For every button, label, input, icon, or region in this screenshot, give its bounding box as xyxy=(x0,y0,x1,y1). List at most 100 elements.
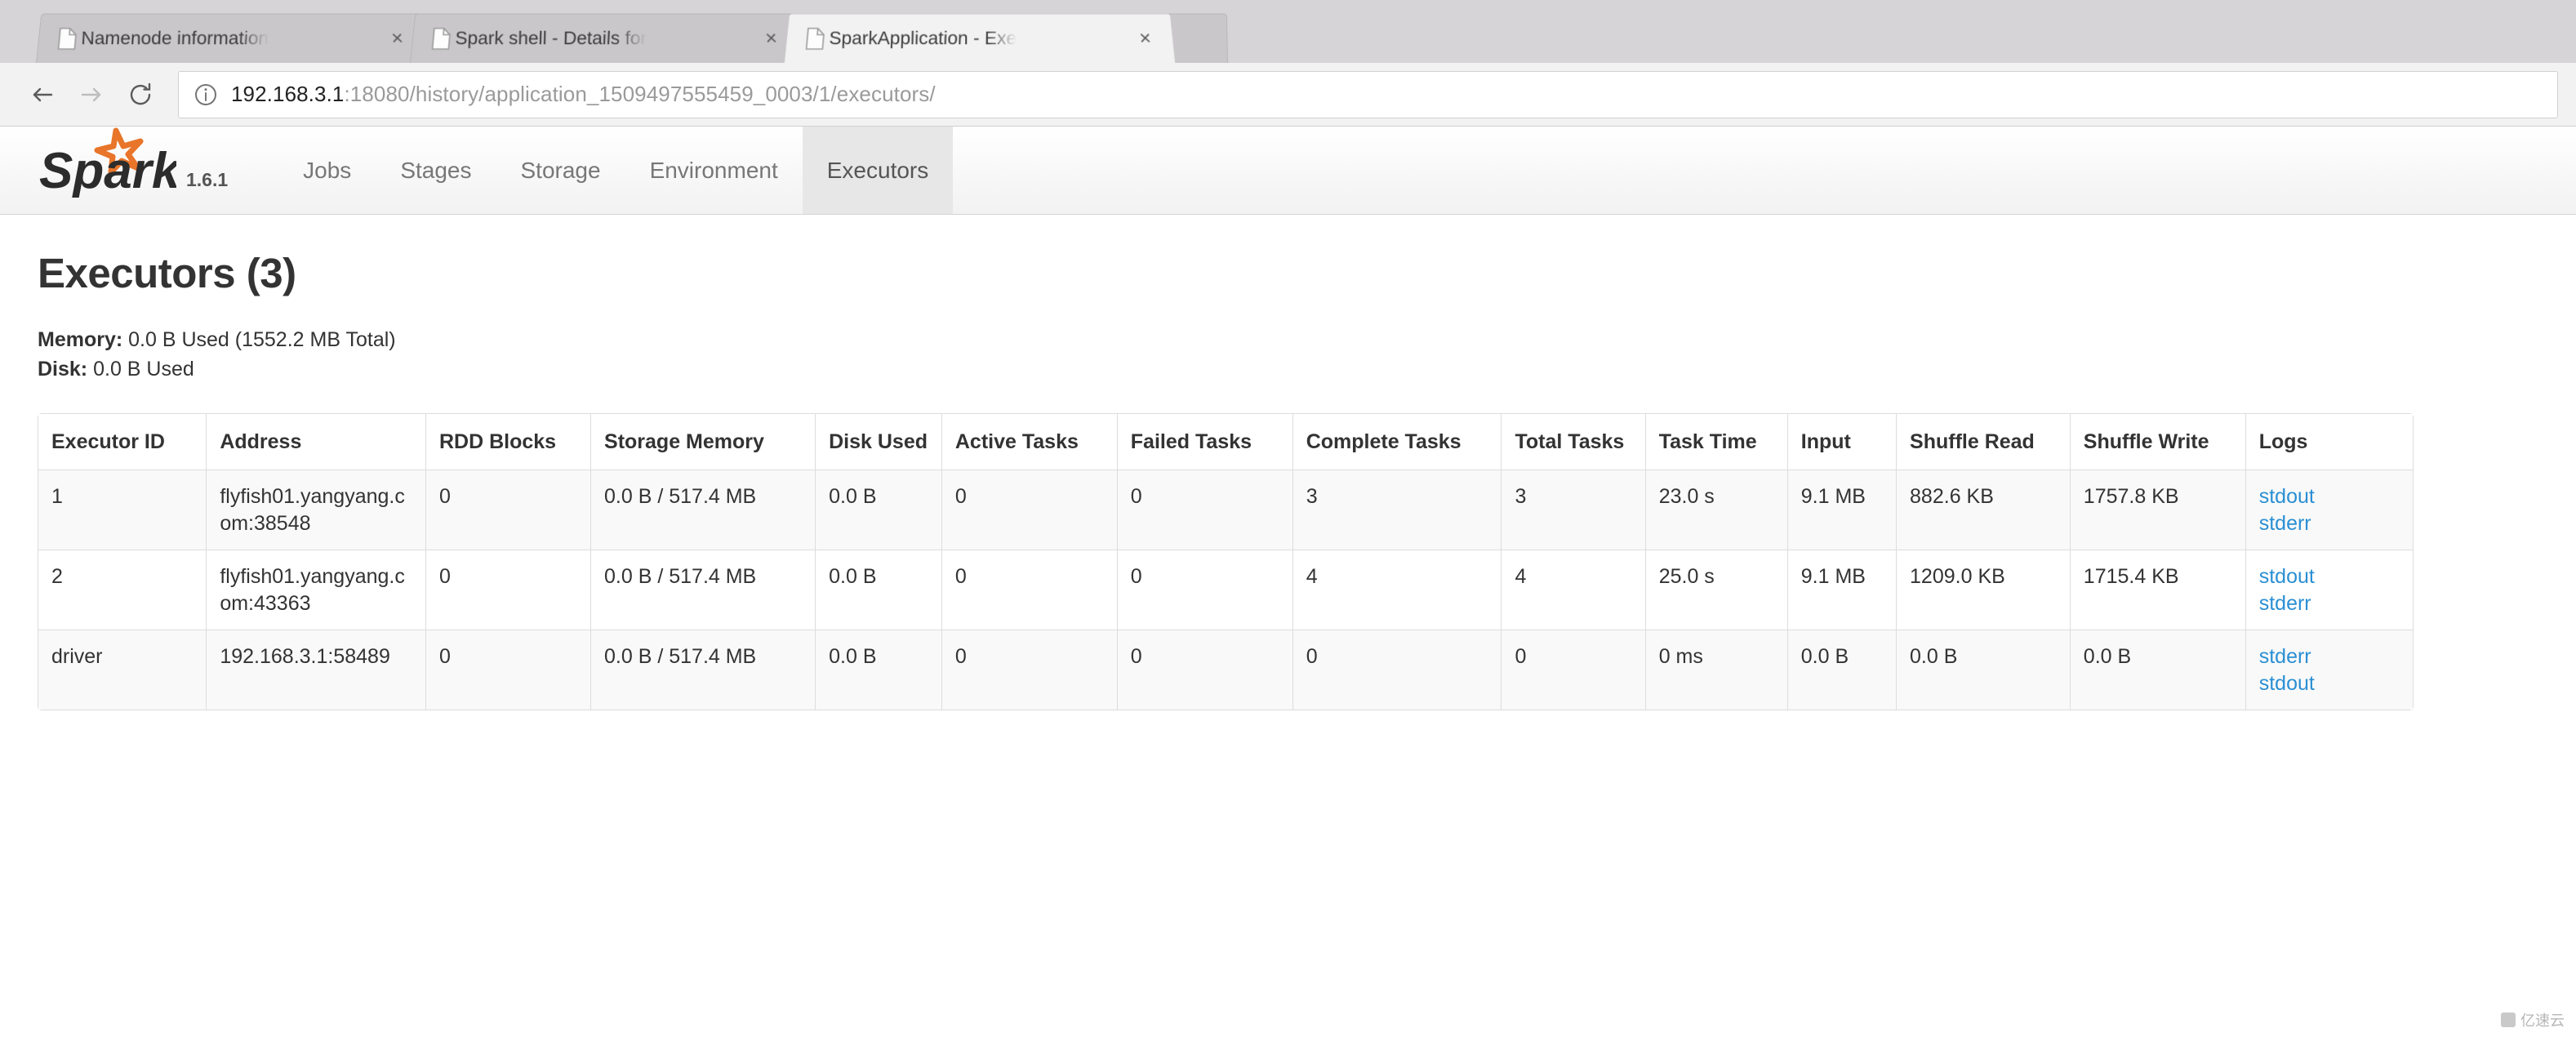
cell-disk-used: 0.0 B xyxy=(816,630,942,710)
tab-close-icon[interactable]: × xyxy=(1139,27,1153,49)
th-shuffle-write[interactable]: Shuffle Write xyxy=(2070,414,2246,470)
memory-label: Memory: xyxy=(38,328,123,351)
log-link-stdout[interactable]: stdout xyxy=(2259,563,2401,590)
browser-toolbar: 192.168.3.1:18080/history/application_15… xyxy=(0,63,2576,127)
cell-total-tasks: 4 xyxy=(1502,550,1646,630)
log-link-stderr[interactable]: stderr xyxy=(2259,510,2401,537)
spark-logo-icon: Spark xyxy=(39,127,176,198)
watermark: 亿速云 xyxy=(2501,1009,2565,1030)
cell-total-tasks: 0 xyxy=(1502,630,1646,710)
browser-tab-3-active[interactable]: SparkApplication - Exe × xyxy=(784,13,1176,63)
cell-complete-tasks: 3 xyxy=(1292,470,1502,550)
th-rdd-blocks[interactable]: RDD Blocks xyxy=(425,414,592,470)
th-shuffle-read[interactable]: Shuffle Read xyxy=(1897,414,2071,470)
address-bar-url: 192.168.3.1:18080/history/application_15… xyxy=(231,82,936,107)
browser-tab-title: Namenode information xyxy=(81,27,269,49)
cell-shuffle-read: 882.6 KB xyxy=(1897,470,2071,550)
th-task-time[interactable]: Task Time xyxy=(1645,414,1788,470)
page-icon xyxy=(58,27,78,49)
memory-summary: Memory: 0.0 B Used (1552.2 MB Total) xyxy=(38,325,2538,354)
log-link-stderr[interactable]: stderr xyxy=(2259,643,2401,670)
th-total-tasks[interactable]: Total Tasks xyxy=(1502,414,1646,470)
disk-label: Disk: xyxy=(38,358,88,381)
th-failed-tasks[interactable]: Failed Tasks xyxy=(1117,414,1293,470)
back-button[interactable] xyxy=(18,70,67,119)
watermark-badge-icon xyxy=(2501,1013,2516,1027)
log-link-stdout[interactable]: stdout xyxy=(2259,670,2401,697)
table-row: 2 flyfish01.yangyang.com:43363 0 0.0 B /… xyxy=(38,550,2413,630)
page-icon xyxy=(432,27,452,49)
nav-link-stages[interactable]: Stages xyxy=(376,127,496,214)
th-storage-memory[interactable]: Storage Memory xyxy=(591,414,816,470)
cell-shuffle-write: 1757.8 KB xyxy=(2070,470,2246,550)
cell-address: 192.168.3.1:58489 xyxy=(207,630,426,710)
cell-active-tasks: 0 xyxy=(941,630,1118,710)
forward-button[interactable] xyxy=(67,70,116,119)
nav-item-environment[interactable]: Environment xyxy=(625,127,803,214)
disk-summary: Disk: 0.0 B Used xyxy=(38,354,2538,384)
th-disk-used[interactable]: Disk Used xyxy=(816,414,942,470)
tab-strip: Namenode information × Spark shell - Det… xyxy=(0,8,2576,63)
log-link-stderr[interactable]: stderr xyxy=(2259,590,2401,617)
cell-complete-tasks: 4 xyxy=(1292,550,1502,630)
nav-item-executors[interactable]: Executors xyxy=(802,127,954,214)
cell-storage-memory: 0.0 B / 517.4 MB xyxy=(591,470,816,550)
cell-address: flyfish01.yangyang.com:43363 xyxy=(207,550,426,630)
page-icon xyxy=(806,27,825,49)
cell-address: flyfish01.yangyang.com:38548 xyxy=(207,470,426,550)
cell-shuffle-write: 1715.4 KB xyxy=(2070,550,2246,630)
cell-executor-id: 2 xyxy=(38,550,207,630)
browser-tab-1[interactable]: Namenode information × xyxy=(36,13,428,63)
nav-item-storage[interactable]: Storage xyxy=(496,127,625,214)
info-circle-icon[interactable] xyxy=(194,82,218,107)
address-bar[interactable]: 192.168.3.1:18080/history/application_15… xyxy=(178,70,2558,118)
cell-disk-used: 0.0 B xyxy=(816,470,942,550)
page-content: Executors (3) Memory: 0.0 B Used (1552.2… xyxy=(0,249,2576,710)
cell-storage-memory: 0.0 B / 517.4 MB xyxy=(591,550,816,630)
reload-button[interactable] xyxy=(116,70,165,119)
cell-failed-tasks: 0 xyxy=(1117,630,1293,710)
th-executor-id[interactable]: Executor ID xyxy=(38,414,207,470)
nav-link-storage[interactable]: Storage xyxy=(496,127,625,214)
spark-version-label: 1.6.1 xyxy=(186,169,229,190)
cell-shuffle-read: 1209.0 KB xyxy=(1897,550,2071,630)
cell-active-tasks: 0 xyxy=(941,550,1118,630)
cell-complete-tasks: 0 xyxy=(1292,630,1502,710)
nav-link-jobs[interactable]: Jobs xyxy=(278,127,376,214)
executors-table: Executor ID Address RDD Blocks Storage M… xyxy=(38,413,2414,710)
th-complete-tasks[interactable]: Complete Tasks xyxy=(1292,414,1502,470)
nav-item-stages[interactable]: Stages xyxy=(376,127,496,214)
tab-close-icon[interactable]: × xyxy=(391,27,405,49)
cell-executor-id: driver xyxy=(38,630,207,710)
nav-link-environment[interactable]: Environment xyxy=(625,127,803,214)
th-logs[interactable]: Logs xyxy=(2245,414,2413,470)
browser-tab-title: SparkApplication - Exe xyxy=(829,27,1017,49)
nav-item-jobs[interactable]: Jobs xyxy=(278,127,376,214)
cell-rdd-blocks: 0 xyxy=(425,550,592,630)
cell-failed-tasks: 0 xyxy=(1117,550,1293,630)
cell-rdd-blocks: 0 xyxy=(425,470,592,550)
executors-summary: Memory: 0.0 B Used (1552.2 MB Total) Dis… xyxy=(38,325,2538,384)
tab-close-icon[interactable]: × xyxy=(765,27,779,49)
cell-storage-memory: 0.0 B / 517.4 MB xyxy=(591,630,816,710)
cell-disk-used: 0.0 B xyxy=(816,550,942,630)
th-active-tasks[interactable]: Active Tasks xyxy=(941,414,1118,470)
svg-text:Spark: Spark xyxy=(39,143,176,198)
url-host: 192.168.3.1 xyxy=(231,82,345,106)
disk-value: 0.0 B Used xyxy=(93,358,194,381)
th-input[interactable]: Input xyxy=(1787,414,1898,470)
log-link-stdout[interactable]: stdout xyxy=(2259,483,2401,510)
url-path: :18080/history/application_1509497555459… xyxy=(344,82,936,106)
spark-brand[interactable]: Spark 1.6.1 xyxy=(38,127,228,214)
cell-task-time: 25.0 s xyxy=(1645,550,1788,630)
nav-link-executors[interactable]: Executors xyxy=(802,127,954,214)
th-address[interactable]: Address xyxy=(207,414,426,470)
table-row: 1 flyfish01.yangyang.com:38548 0 0.0 B /… xyxy=(38,470,2413,550)
browser-tab-2[interactable]: Spark shell - Details for × xyxy=(410,13,802,63)
cell-logs: stdout stderr xyxy=(2245,550,2413,630)
cell-failed-tasks: 0 xyxy=(1117,470,1293,550)
memory-value: 0.0 B Used (1552.2 MB Total) xyxy=(128,328,396,351)
spark-nav: Jobs Stages Storage Environment Executor… xyxy=(278,127,954,214)
cell-input: 0.0 B xyxy=(1787,630,1898,710)
browser-chrome: Namenode information × Spark shell - Det… xyxy=(0,0,2576,63)
